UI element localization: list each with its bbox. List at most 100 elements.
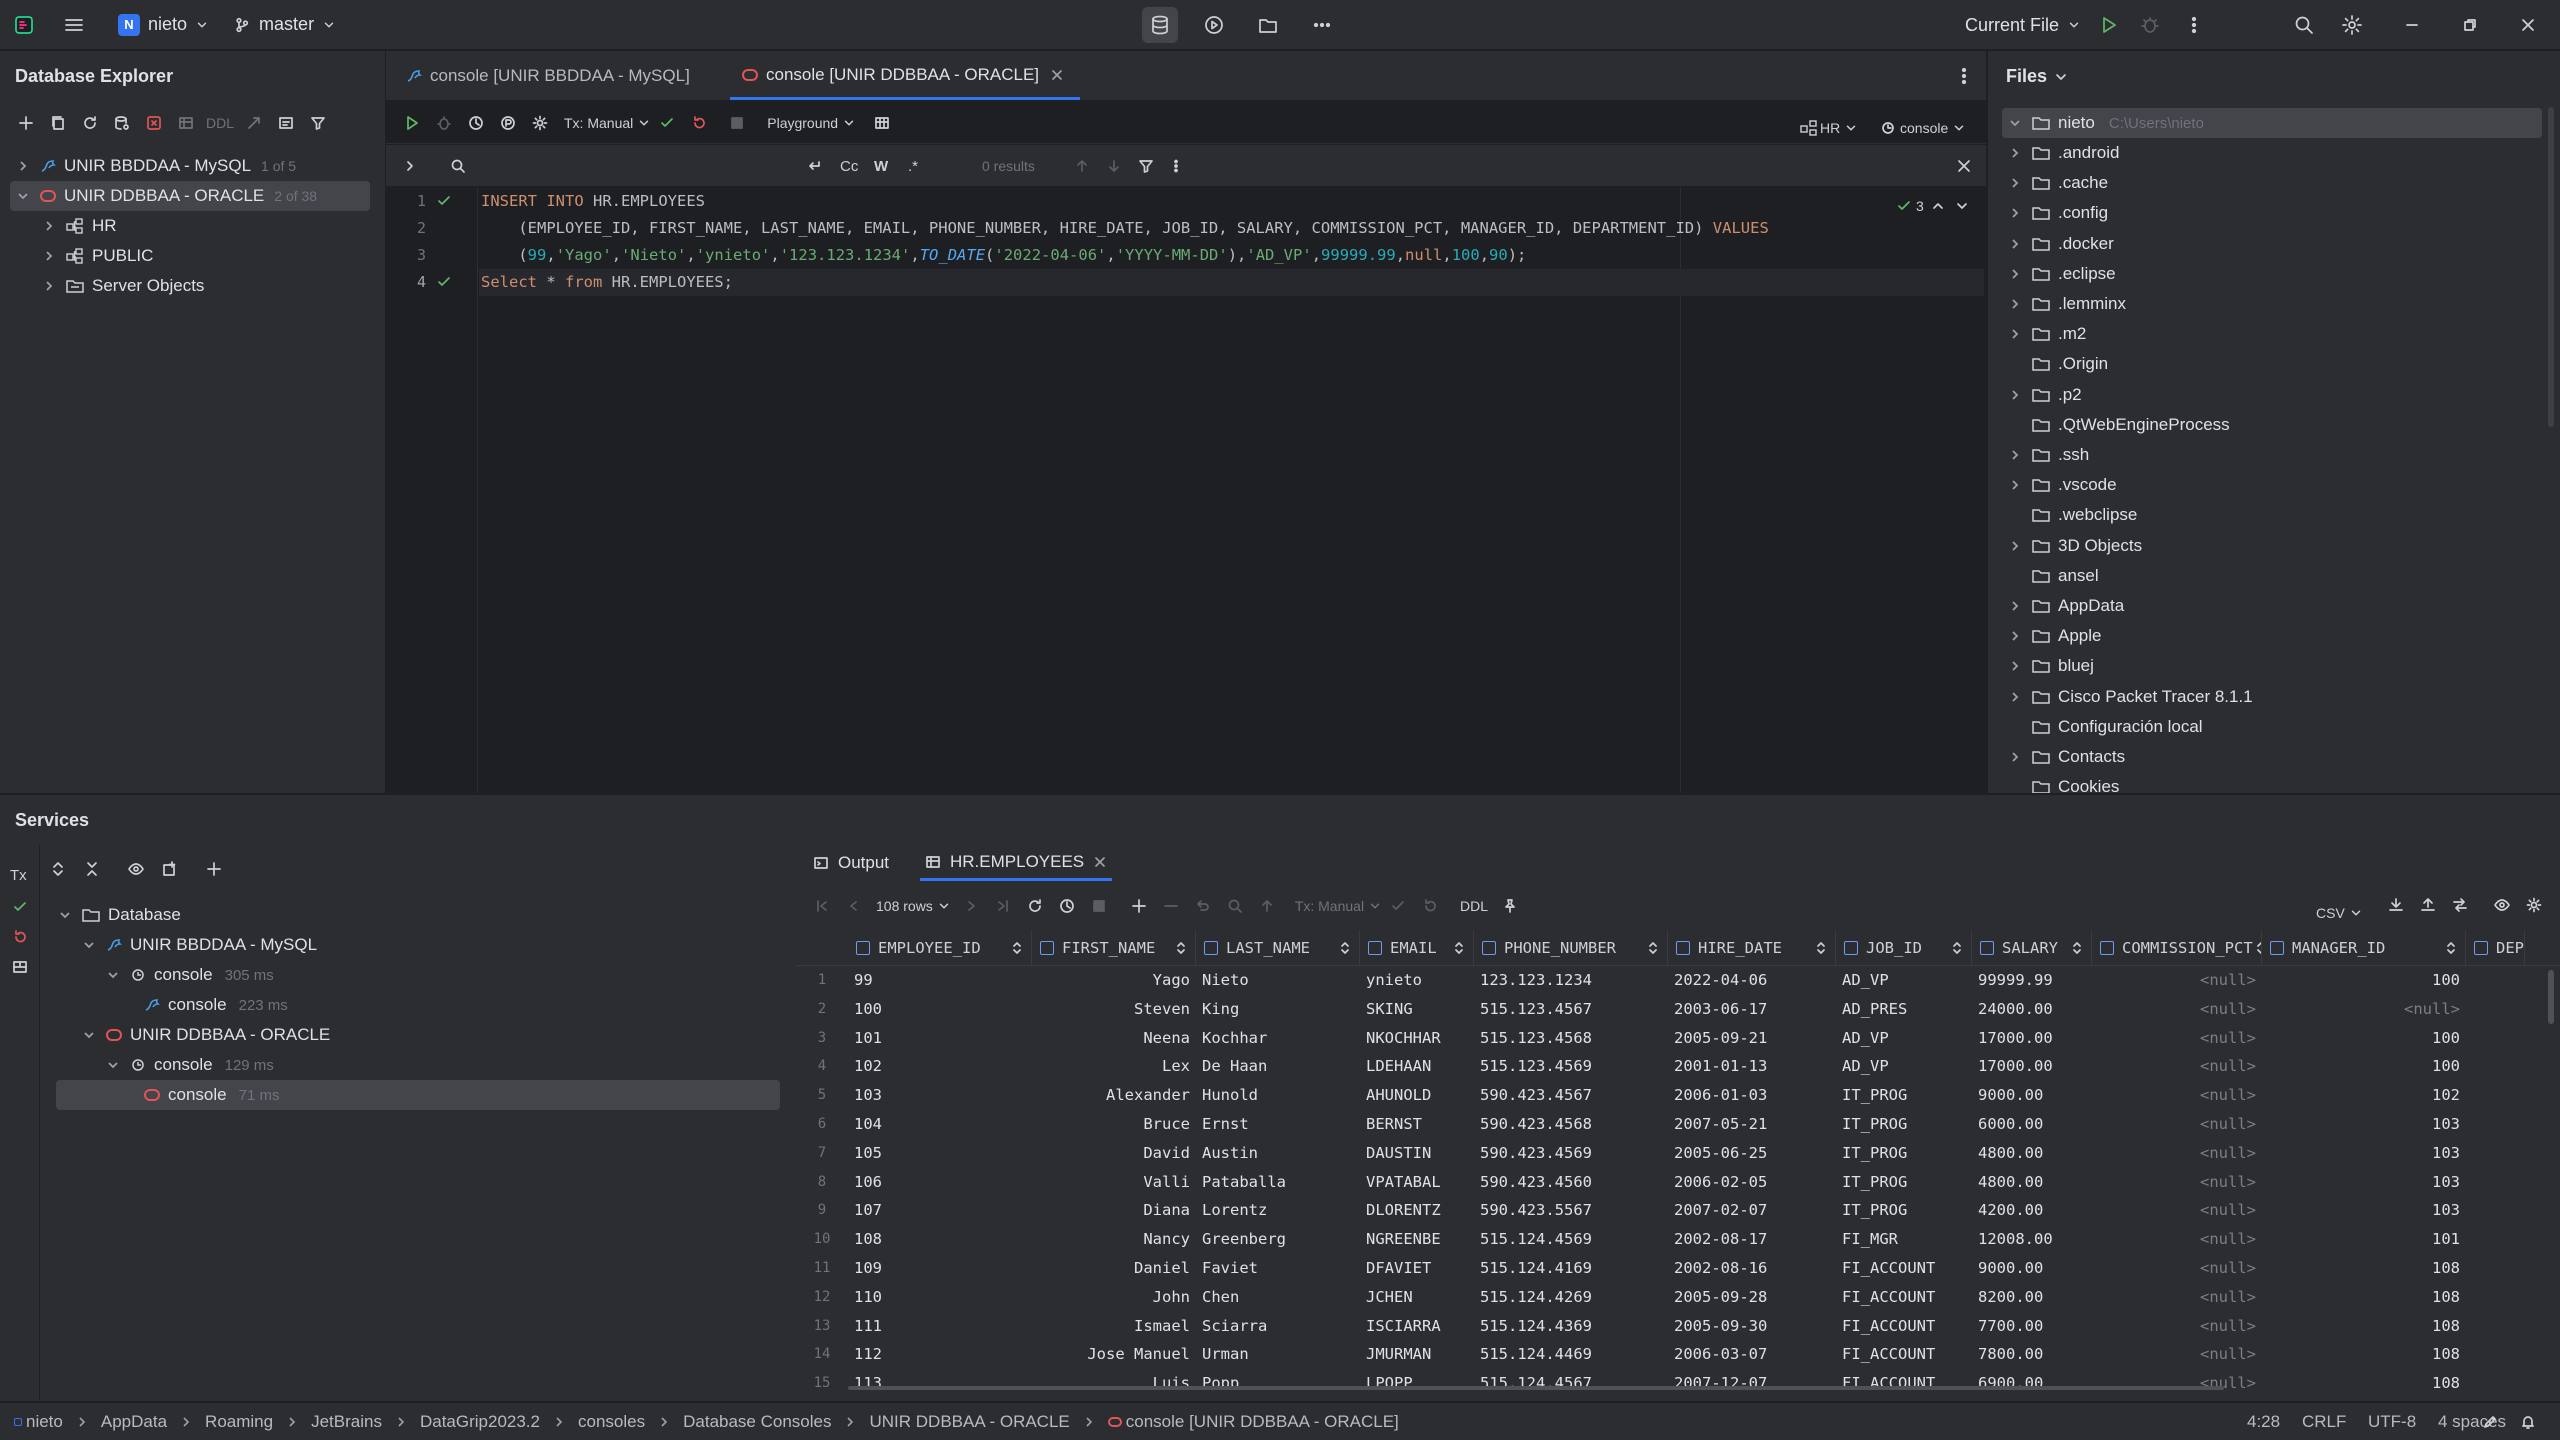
restore-window-icon[interactable] bbox=[2454, 9, 2486, 41]
read-only-toggle-icon[interactable] bbox=[2474, 1406, 2506, 1438]
table-cell[interactable]: <null> bbox=[2092, 1225, 2262, 1254]
explain-plan-icon[interactable] bbox=[492, 107, 524, 139]
database-explorer-toggle-icon[interactable] bbox=[1142, 7, 1178, 43]
connection-mysql[interactable]: UNIR BBDDAA - MySQL 1 of 5 bbox=[16, 151, 296, 181]
table-cell[interactable]: SKING bbox=[1360, 995, 1474, 1024]
table-cell[interactable]: 2007-05-21 bbox=[1668, 1110, 1836, 1139]
table-cell[interactable]: 2003-06-17 bbox=[1668, 995, 1836, 1024]
filter-search-results-icon[interactable] bbox=[1130, 150, 1162, 182]
table-row[interactable]: 13 111 Ismael Sciarra ISCIARRA 515.124.4369 20… bbox=[796, 1312, 2560, 1341]
table-cell[interactable]: Jose Manuel bbox=[1032, 1340, 1196, 1369]
services-tree-item[interactable]: UNIR DDBBAA - ORACLE bbox=[82, 1020, 330, 1050]
table-cell[interactable]: 2005-09-28 bbox=[1668, 1283, 1836, 1312]
table-cell[interactable]: 590.423.5567 bbox=[1474, 1196, 1668, 1225]
table-cell[interactable]: 4800.00 bbox=[1972, 1168, 2092, 1197]
disconnect-icon[interactable] bbox=[138, 107, 170, 139]
table-cell[interactable]: 515.124.4569 bbox=[1474, 1225, 1668, 1254]
file-tree-item[interactable]: Configuración local bbox=[2008, 712, 2203, 742]
close-window-icon[interactable] bbox=[2512, 9, 2544, 41]
column-header[interactable]: COMMISSION_PCT bbox=[2092, 930, 2262, 966]
table-cell[interactable]: FI_MGR bbox=[1836, 1225, 1972, 1254]
debug-query-icon[interactable] bbox=[428, 107, 460, 139]
column-header[interactable]: HIRE_DATE bbox=[1668, 930, 1836, 966]
table-cell[interactable]: 100 bbox=[2262, 1052, 2466, 1081]
table-cell[interactable]: Urman bbox=[1196, 1340, 1360, 1369]
table-cell[interactable]: 8200.00 bbox=[1972, 1283, 2092, 1312]
table-cell[interactable]: 108 bbox=[2262, 1369, 2466, 1390]
services-tree-item[interactable]: console 71 ms bbox=[56, 1080, 780, 1110]
table-row[interactable]: 4 102 Lex De Haan LDEHAAN 515.123.4569 2001-01… bbox=[796, 1052, 2560, 1081]
table-cell[interactable]: NKOCHHAR bbox=[1360, 1024, 1474, 1053]
compare-icon[interactable] bbox=[2444, 889, 2476, 921]
commit-icon[interactable] bbox=[651, 107, 683, 139]
table-cell[interactable]: 123.123.1234 bbox=[1474, 966, 1668, 995]
table-cell[interactable]: 6000.00 bbox=[1972, 1110, 2092, 1139]
table-cell[interactable]: 103 bbox=[2262, 1110, 2466, 1139]
table-cell[interactable]: 17000.00 bbox=[1972, 1024, 2092, 1053]
table-cell[interactable]: 2005-09-21 bbox=[1668, 1024, 1836, 1053]
main-menu-icon[interactable] bbox=[58, 9, 90, 41]
close-tab-icon[interactable] bbox=[1092, 854, 1108, 870]
sort-icon[interactable] bbox=[1009, 932, 1025, 964]
table-cell[interactable]: <null> bbox=[2092, 1139, 2262, 1168]
table-cell[interactable]: DAUSTIN bbox=[1360, 1139, 1474, 1168]
results-tx-mode-selector[interactable]: Tx: Manual bbox=[1295, 890, 1382, 922]
table-cell[interactable]: Hunold bbox=[1196, 1081, 1360, 1110]
previous-occurrence-icon[interactable] bbox=[1066, 150, 1098, 182]
table-cell[interactable]: LDEHAAN bbox=[1360, 1052, 1474, 1081]
table-cell[interactable]: ynieto bbox=[1360, 966, 1474, 995]
line-separator[interactable]: CRLF bbox=[2302, 1412, 2346, 1432]
table-cell[interactable]: 9000.00 bbox=[1972, 1254, 2092, 1283]
file-tree-item[interactable]: Apple bbox=[2008, 621, 2101, 651]
table-cell[interactable]: 4800.00 bbox=[1972, 1139, 2092, 1168]
results-rollback-icon[interactable] bbox=[1414, 890, 1446, 922]
table-cell[interactable]: Faviet bbox=[1196, 1254, 1360, 1283]
sort-icon[interactable] bbox=[1451, 932, 1467, 964]
table-cell[interactable]: <null> bbox=[2092, 1110, 2262, 1139]
table-row[interactable]: 11 109 Daniel Faviet DFAVIET 515.124.4169 2002… bbox=[796, 1254, 2560, 1283]
table-cell[interactable]: 17000.00 bbox=[1972, 1052, 2092, 1081]
table-cell[interactable]: JCHEN bbox=[1360, 1283, 1474, 1312]
regex-toggle[interactable]: .* bbox=[908, 158, 918, 175]
table-cell[interactable]: 103 bbox=[2262, 1168, 2466, 1197]
console-settings-icon[interactable] bbox=[524, 107, 556, 139]
table-cell[interactable]: Nieto bbox=[1196, 966, 1360, 995]
table-cell[interactable]: 24000.00 bbox=[1972, 995, 2092, 1024]
column-header[interactable]: LAST_NAME bbox=[1196, 930, 1360, 966]
breadcrumb-item[interactable]: AppData bbox=[101, 1412, 167, 1432]
table-cell[interactable]: 103 bbox=[2262, 1139, 2466, 1168]
table-cell[interactable]: 2022-04-06 bbox=[1668, 966, 1836, 995]
table-cell[interactable]: 102 bbox=[2262, 1081, 2466, 1110]
whole-words-toggle[interactable]: W bbox=[874, 158, 888, 175]
rows-count-selector[interactable]: 108 rows bbox=[876, 890, 951, 922]
table-cell[interactable]: Ismael bbox=[1032, 1312, 1196, 1341]
table-cell[interactable]: 2006-02-05 bbox=[1668, 1168, 1836, 1197]
table-cell[interactable]: DLORENTZ bbox=[1360, 1196, 1474, 1225]
cancel-running-icon[interactable] bbox=[1083, 890, 1115, 922]
file-tree-item[interactable]: .eclipse bbox=[2008, 259, 2116, 289]
table-cell[interactable]: <null> bbox=[2092, 1196, 2262, 1225]
filter-icon[interactable] bbox=[302, 107, 334, 139]
file-tree-item[interactable]: Contacts bbox=[2008, 742, 2125, 772]
table-cell[interactable]: 111 bbox=[848, 1312, 1032, 1341]
breadcrumb-item[interactable]: nieto bbox=[26, 1412, 63, 1432]
breadcrumb-item[interactable]: consoles bbox=[578, 1412, 645, 1432]
table-row[interactable]: 1 99 Yago Nieto ynieto 123.123.1234 2022-04-06… bbox=[796, 966, 2560, 995]
column-header[interactable]: FIRST_NAME bbox=[1032, 930, 1196, 966]
table-row[interactable]: 7 105 David Austin DAUSTIN 590.423.4569 2005-0… bbox=[796, 1139, 2560, 1168]
table-cell[interactable]: 103 bbox=[2262, 1196, 2466, 1225]
table-cell[interactable]: AHUNOLD bbox=[1360, 1081, 1474, 1110]
file-tree-item[interactable]: Cookies bbox=[2008, 772, 2119, 793]
table-cell[interactable]: Sciarra bbox=[1196, 1312, 1360, 1341]
breadcrumb-item[interactable]: UNIR DDBBAA - ORACLE bbox=[869, 1412, 1069, 1432]
file-tree-item[interactable]: .config bbox=[2008, 198, 2108, 228]
branch-selector[interactable]: master bbox=[223, 8, 346, 42]
search-everywhere-icon[interactable] bbox=[2288, 9, 2320, 41]
services-tree-item[interactable]: console 223 ms bbox=[144, 990, 288, 1020]
table-cell[interactable]: IT_PROG bbox=[1836, 1110, 1972, 1139]
table-cell[interactable]: 108 bbox=[2262, 1340, 2466, 1369]
tab-output[interactable]: Output bbox=[812, 845, 889, 881]
chevron-down-icon[interactable] bbox=[1952, 198, 1972, 214]
match-case-toggle[interactable]: Cc bbox=[840, 158, 858, 175]
table-cell[interactable]: <null> bbox=[2092, 995, 2262, 1024]
